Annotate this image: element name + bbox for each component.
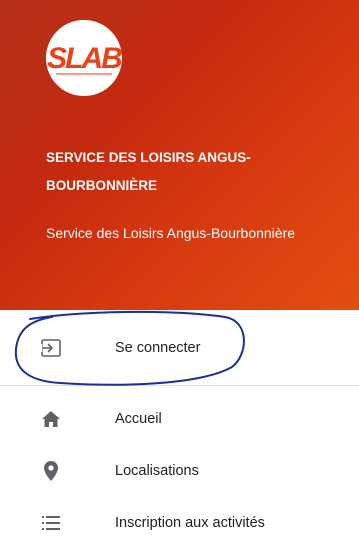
home-icon bbox=[40, 408, 62, 430]
menu-item-label: Accueil bbox=[115, 411, 162, 427]
menu-item-sign-in[interactable]: Se connecter bbox=[0, 322, 359, 374]
menu-item-label: Inscription aux activités bbox=[115, 515, 265, 531]
list-icon bbox=[40, 512, 62, 534]
organization-subtitle: Service des Loisirs Angus-Bourbonnière bbox=[46, 225, 296, 241]
navigation-drawer: SLAB SERVICE DES LOISIRS ANGUS-BOURBONNI… bbox=[0, 0, 359, 538]
organization-logo: SLAB bbox=[46, 20, 122, 96]
location-pin-icon bbox=[40, 460, 62, 482]
menu-item-label: Se connecter bbox=[115, 340, 201, 356]
menu-item-activity-registration[interactable]: Inscription aux activités bbox=[0, 497, 359, 538]
svg-text:SLAB: SLAB bbox=[47, 42, 122, 75]
divider bbox=[0, 385, 359, 386]
login-icon bbox=[40, 337, 62, 359]
drawer-header: SLAB SERVICE DES LOISIRS ANGUS-BOURBONNI… bbox=[0, 0, 359, 310]
organization-title: SERVICE DES LOISIRS ANGUS-BOURBONNIÈRE bbox=[46, 150, 251, 193]
slab-logo-graphic: SLAB bbox=[46, 20, 122, 96]
menu-item-label: Localisations bbox=[115, 463, 199, 479]
menu-item-locations[interactable]: Localisations bbox=[0, 445, 359, 497]
menu-item-home[interactable]: Accueil bbox=[0, 393, 359, 445]
